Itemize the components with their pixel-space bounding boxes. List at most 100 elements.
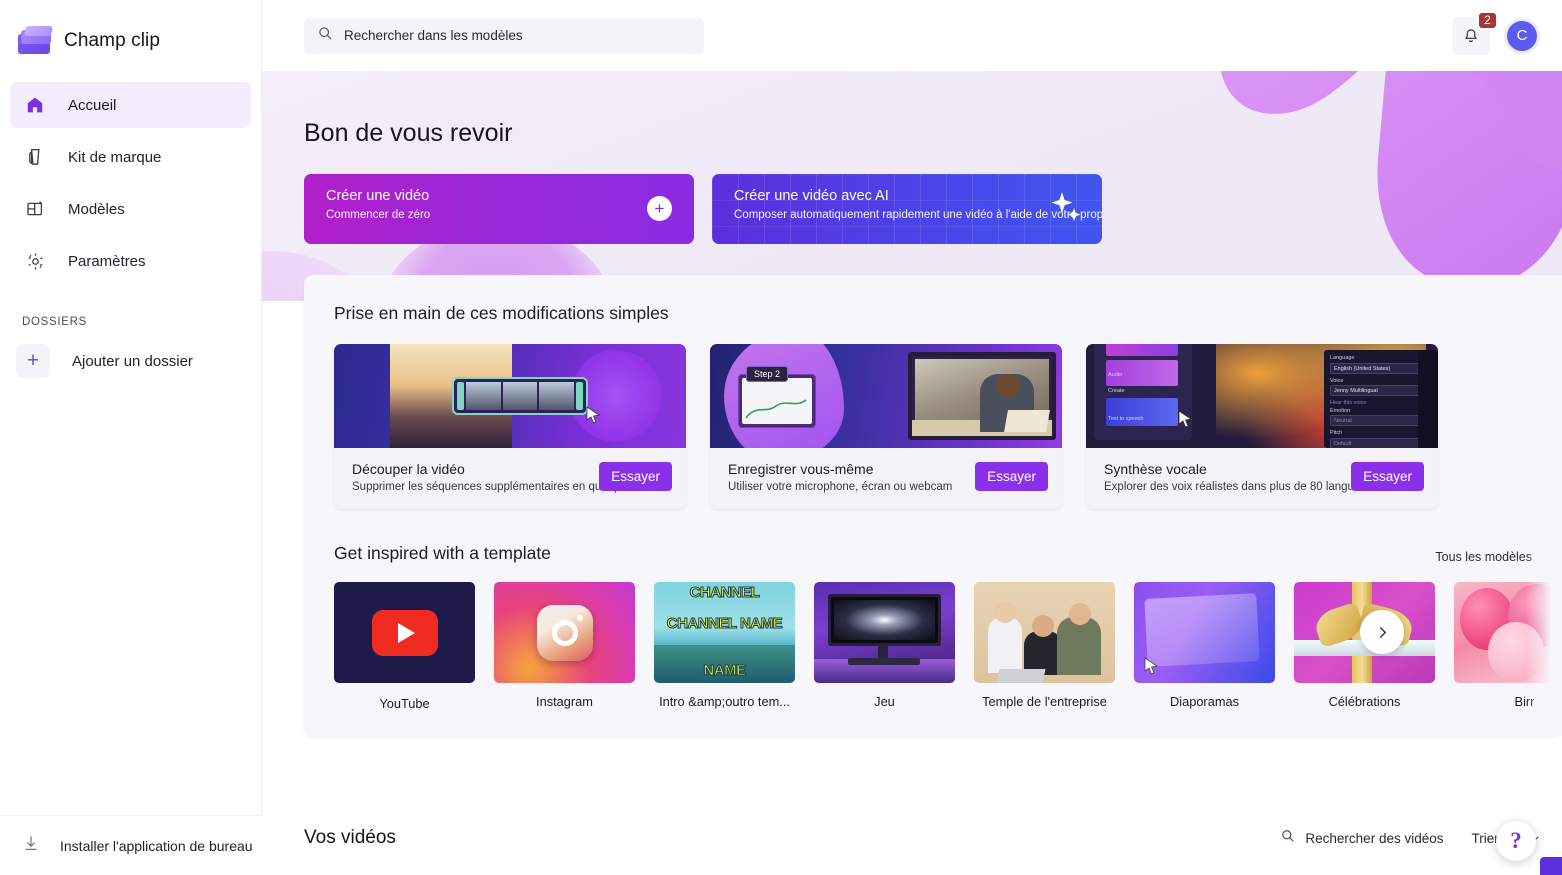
- template-label: Instagram: [536, 694, 593, 709]
- getting-started-panel: Prise en main de ces modifications simpl…: [304, 275, 1562, 737]
- sidebar-nav: Accueil Kit de marque Modèles Paramètres: [0, 82, 261, 284]
- create-video-with-ai-button[interactable]: Créer une vidéo avec AI Composer automat…: [712, 174, 1102, 244]
- templates-carousel[interactable]: YouTube Instagram CHANNEL CHANNEL NAME N…: [334, 582, 1562, 711]
- your-videos-bar: Vos vidéos Rechercher des vidéos Trier p…: [262, 801, 1562, 875]
- cursor-icon: [1144, 657, 1159, 675]
- trim-video-thumb: [334, 344, 686, 448]
- card-body: Synthèse vocale Explorer des voix réalis…: [1086, 448, 1438, 509]
- template-label: Jeu: [874, 694, 895, 709]
- template-label: Intro &amp;outro tem...: [659, 694, 790, 709]
- corporate-thumb: [974, 582, 1115, 683]
- thumb-audio-label: Audio: [1108, 372, 1123, 378]
- add-folder-button[interactable]: + Ajouter un dossier: [0, 344, 261, 378]
- hero-content: Bon de vous revoir Créer une vidéo Comme…: [262, 71, 1102, 244]
- card-body: Découper la vidéo Supprimer les séquence…: [334, 448, 686, 509]
- step-label: Step 2: [746, 366, 789, 382]
- card-body: Enregistrer vous-même Utiliser votre mic…: [710, 448, 1062, 509]
- notifications: 2: [1452, 10, 1498, 55]
- search-videos-input[interactable]: Rechercher des vidéos: [1281, 829, 1443, 848]
- app-window: Champ clip Accueil Kit de marque Modèles…: [0, 0, 1562, 875]
- download-icon: [22, 834, 40, 857]
- corner-accent: [1540, 857, 1562, 875]
- template-label: Birr: [1514, 694, 1535, 709]
- template-item-slideshow[interactable]: Diaporamas: [1134, 582, 1275, 711]
- brand-name: Champ clip: [64, 30, 161, 51]
- avatar[interactable]: C: [1504, 17, 1540, 54]
- sidebar: Champ clip Accueil Kit de marque Modèles…: [0, 0, 262, 875]
- try-button[interactable]: Essayer: [975, 462, 1048, 491]
- thumb-tts-tile-label: Text to speech: [1108, 416, 1144, 422]
- brand[interactable]: Champ clip: [0, 0, 261, 56]
- plus-circle-icon: +: [647, 196, 672, 221]
- clipchamp-logo-icon: [18, 26, 54, 56]
- search-icon: [318, 26, 333, 46]
- sidebar-item-label: Kit de marque: [68, 148, 162, 166]
- templates-header: Get inspired with a template Tous les mo…: [334, 543, 1532, 564]
- page-title: Bon de vous revoir: [304, 119, 513, 147]
- thumb-text-1: CHANNEL: [689, 584, 760, 602]
- brand-kit-icon: [24, 146, 46, 168]
- birthday-thumb: [1454, 582, 1562, 683]
- sidebar-item-modeles[interactable]: Modèles: [10, 186, 251, 232]
- sidebar-item-label: Modèles: [68, 200, 125, 218]
- sidebar-item-kit-de-marque[interactable]: Kit de marque: [10, 134, 251, 180]
- all-templates-link[interactable]: Tous les modèles: [1435, 550, 1532, 564]
- gear-icon: [24, 250, 46, 272]
- template-item-birthday[interactable]: Birr: [1454, 582, 1562, 711]
- sidebar-item-parametres[interactable]: Paramètres: [10, 238, 251, 284]
- instagram-thumb: [494, 582, 635, 683]
- add-folder-label: Ajouter un dossier: [72, 352, 193, 370]
- notification-badge: 2: [1477, 10, 1498, 30]
- thumb-text-3: NAME: [703, 662, 747, 680]
- plus-icon: +: [16, 344, 50, 378]
- template-label: Diaporamas: [1170, 694, 1239, 709]
- templates-grid-icon: [24, 198, 46, 220]
- instagram-icon: [536, 604, 593, 661]
- record-yourself-thumb: Step 2: [710, 344, 1062, 448]
- install-label: Installer l'application de bureau: [60, 837, 253, 854]
- slideshow-thumb: [1134, 582, 1275, 683]
- gaming-thumb: [814, 582, 955, 683]
- try-button[interactable]: Essayer: [599, 462, 672, 491]
- top-bar-right: 2 C: [1452, 10, 1540, 55]
- cta-row: Créer une vidéo Commencer de zéro + Crée…: [304, 174, 1102, 244]
- carousel-next-button[interactable]: [1360, 610, 1404, 654]
- play-icon: [371, 609, 438, 656]
- try-button[interactable]: Essayer: [1351, 462, 1424, 491]
- folders-section-header: DOSSIERS: [22, 316, 88, 328]
- sidebar-item-label: Accueil: [68, 96, 117, 114]
- thumb-create-label: Create: [1108, 388, 1125, 394]
- top-bar: Rechercher dans les modèles 2 C: [262, 0, 1562, 71]
- template-item-youtube[interactable]: YouTube: [334, 582, 475, 711]
- cursor-icon: [1178, 410, 1193, 428]
- template-item-intro-outro[interactable]: CHANNEL CHANNEL NAME NAME Intro &amp;out…: [654, 582, 795, 711]
- home-icon: [24, 94, 46, 116]
- help-question-icon: ?: [1510, 828, 1522, 853]
- template-label: Temple de l'entreprise: [982, 694, 1107, 709]
- search-icon: [1281, 829, 1295, 848]
- card-trim-video[interactable]: Découper la vidéo Supprimer les séquence…: [334, 344, 686, 509]
- card-text-to-speech[interactable]: Audio Create Text to speech Language Eng…: [1086, 344, 1438, 509]
- create-video-button[interactable]: Créer une vidéo Commencer de zéro +: [304, 174, 694, 244]
- template-label: YouTube: [379, 696, 430, 711]
- template-item-corporate[interactable]: Temple de l'entreprise: [974, 582, 1115, 711]
- thumb-rail: [1418, 350, 1438, 448]
- search-templates-input[interactable]: Rechercher dans les modèles: [304, 17, 704, 54]
- cta-subtitle: Composer automatiquement rapidement une …: [734, 209, 1102, 221]
- main-content: Rechercher dans les modèles 2 C Bon de v…: [262, 0, 1562, 875]
- search-videos-placeholder: Rechercher des vidéos: [1305, 830, 1444, 846]
- install-desktop-app-button[interactable]: Installer l'application de bureau: [0, 815, 262, 875]
- help-button[interactable]: ?: [1496, 821, 1536, 861]
- sidebar-item-accueil[interactable]: Accueil: [10, 82, 251, 128]
- thumb-text-2: CHANNEL NAME: [666, 615, 783, 632]
- template-item-jeu[interactable]: Jeu: [814, 582, 955, 711]
- decorative-ribbon-shape: [1221, 71, 1562, 288]
- cursor-icon: [586, 406, 601, 424]
- card-record-yourself[interactable]: Step 2 Enregistrer vous-même Utiliser vo…: [710, 344, 1062, 509]
- sparkles-icon: [1051, 192, 1081, 222]
- template-item-instagram[interactable]: Instagram: [494, 582, 635, 711]
- templates-title: Get inspired with a template: [334, 543, 551, 563]
- your-videos-title: Vos vidéos: [304, 827, 396, 848]
- youtube-thumb: [334, 582, 475, 683]
- search-placeholder: Rechercher dans les modèles: [344, 28, 523, 43]
